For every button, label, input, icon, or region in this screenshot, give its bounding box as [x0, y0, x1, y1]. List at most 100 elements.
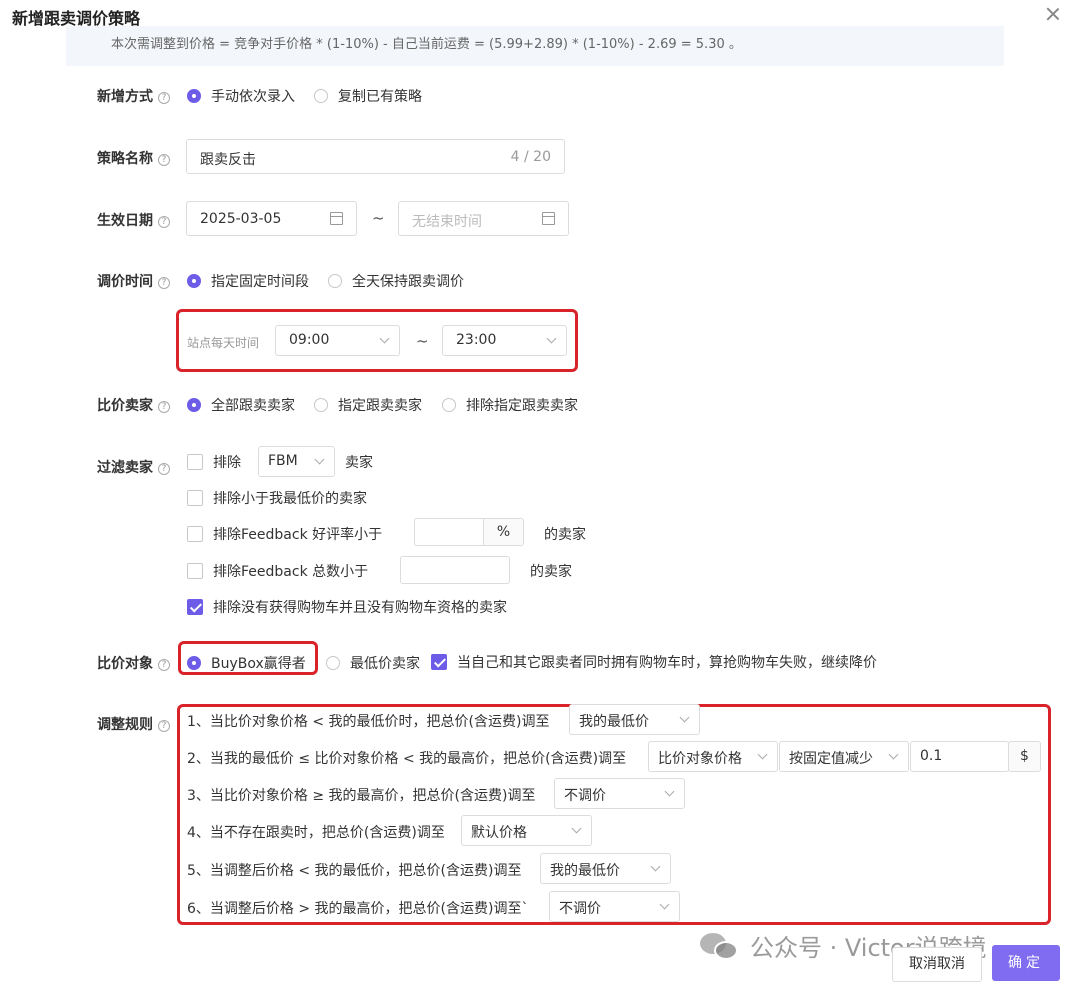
help-icon[interactable]: ?: [158, 277, 170, 289]
effective-date-label: 生效日期?: [97, 210, 170, 230]
radio-fixed-period[interactable]: 指定固定时间段: [187, 271, 309, 291]
start-time-select[interactable]: 09:00: [275, 325, 400, 356]
feedback-total-input[interactable]: [400, 556, 510, 584]
help-icon[interactable]: ?: [158, 720, 170, 732]
radio-checked-icon: [187, 398, 201, 412]
chevron-down-icon: [659, 899, 670, 910]
total-suffix: 的卖家: [530, 564, 572, 580]
radio-exclude-sellers[interactable]: 排除指定跟卖卖家: [442, 395, 578, 415]
rule-2-amount-input[interactable]: 0.1: [910, 741, 1009, 772]
strategy-name-input[interactable]: 跟卖反击 4 / 20: [186, 139, 565, 174]
checkbox-icon: [187, 526, 203, 542]
radio-buybox-winner[interactable]: BuyBox赢得者: [187, 653, 306, 673]
chevron-down-icon: [757, 749, 768, 760]
checkbox-icon: [187, 563, 203, 579]
rule-3-select[interactable]: 不调价: [554, 778, 685, 809]
help-icon[interactable]: ?: [158, 154, 170, 166]
end-time-select[interactable]: 23:00: [442, 325, 567, 356]
checkbox-exclude-no-buybox[interactable]: 排除没有获得购物车并且没有购物车资格的卖家: [187, 597, 507, 617]
close-icon[interactable]: [1043, 4, 1063, 24]
adjust-time-label: 调价时间?: [97, 271, 170, 291]
help-icon[interactable]: ?: [158, 92, 170, 104]
help-icon[interactable]: ?: [158, 659, 170, 671]
checkbox-icon: [187, 490, 203, 506]
help-icon[interactable]: ?: [158, 463, 170, 475]
radio-manual-entry[interactable]: 手动依次录入: [187, 86, 295, 106]
radio-unchecked-icon: [328, 274, 342, 288]
start-date-input[interactable]: 2025-03-05: [186, 201, 357, 236]
start-date-value: 2025-03-05: [200, 211, 282, 227]
radio-unchecked-icon: [314, 398, 328, 412]
rule-5-text: 5、当调整后价格 < 我的最低价，把总价(含运费)调至: [187, 863, 522, 879]
rule-6-text: 6、当调整后价格 > 我的最高价，把总价(含运费)调至`: [187, 901, 529, 917]
rule-2-text: 2、当我的最低价 ≤ 比价对象价格 < 我的最高价，把总价(含运费)调至: [187, 751, 627, 767]
wechat-icon: [700, 931, 742, 961]
radio-unchecked-icon: [442, 398, 456, 412]
radio-all-sellers[interactable]: 全部跟卖卖家: [187, 395, 295, 415]
start-time-value: 09:00: [289, 332, 330, 348]
radio-copy-strategy[interactable]: 复制已有策略: [314, 86, 422, 106]
checkbox-exclude-fbm[interactable]: 排除: [187, 452, 241, 472]
help-icon[interactable]: ?: [158, 216, 170, 228]
fulfillment-value: FBM: [268, 453, 298, 469]
chevron-down-icon: [664, 786, 675, 797]
checkbox-checked-icon: [187, 599, 203, 615]
radio-checked-icon: [187, 274, 201, 288]
chevron-down-icon: [888, 749, 899, 760]
end-date-input[interactable]: 无结束时间: [398, 201, 569, 236]
radio-lowest-seller[interactable]: 最低价卖家: [326, 653, 420, 673]
radio-all-day[interactable]: 全天保持跟卖调价: [328, 271, 464, 291]
calendar-icon: [542, 212, 555, 225]
checkbox-exclude-feedback-rate[interactable]: 排除Feedback 好评率小于: [187, 524, 382, 544]
rule-1-select[interactable]: 我的最低价: [569, 704, 700, 735]
chevron-down-icon: [379, 333, 390, 344]
radio-unchecked-icon: [326, 656, 340, 670]
confirm-button[interactable]: 确定: [992, 945, 1060, 981]
rule-1-text: 1、当比价对象价格 < 我的最低价时，把总价(含运费)调至: [187, 714, 550, 730]
chevron-down-icon: [314, 454, 325, 465]
rules-label: 调整规则?: [97, 714, 170, 734]
compare-seller-label: 比价卖家?: [97, 395, 170, 415]
strategy-name-value: 跟卖反击: [200, 152, 256, 168]
rule-6-select[interactable]: 不调价: [549, 891, 680, 922]
seller-suffix: 卖家: [345, 455, 373, 471]
cancel-button[interactable]: 取消取消: [892, 947, 982, 982]
checkbox-exclude-lowest[interactable]: 排除小于我最低价的卖家: [187, 488, 367, 508]
percent-addon: %: [483, 518, 524, 546]
checkbox-checked-icon: [431, 654, 447, 670]
end-time-value: 23:00: [456, 332, 497, 348]
rule-2-target-select[interactable]: 比价对象价格: [648, 741, 778, 772]
feedback-rate-input[interactable]: [414, 518, 484, 546]
radio-specified-sellers[interactable]: 指定跟卖卖家: [314, 395, 422, 415]
chevron-down-icon: [679, 712, 690, 723]
rule-3-text: 3、当比价对象价格 ≥ 我的最高价，把总价(含运费)调至: [187, 788, 536, 804]
strategy-name-label: 策略名称?: [97, 148, 170, 168]
rule-4-select[interactable]: 默认价格: [461, 815, 592, 846]
compare-target-label: 比价对象?: [97, 653, 170, 673]
checkbox-icon: [187, 454, 203, 470]
help-icon[interactable]: ?: [158, 401, 170, 413]
rate-suffix: 的卖家: [544, 527, 586, 543]
end-date-placeholder: 无结束时间: [412, 214, 482, 230]
checkbox-exclude-feedback-total[interactable]: 排除Feedback 总数小于: [187, 561, 368, 581]
hint-text: 本次需调整到价格 = 竞争对手价格 * (1-10%) - 自己当前运费 = (…: [111, 37, 742, 52]
filter-seller-label: 过滤卖家?: [97, 457, 170, 477]
add-mode-label: 新增方式?: [97, 86, 170, 106]
checkbox-continue-lowering[interactable]: 当自己和其它跟卖者同时拥有购物车时，算抢购物车失败，继续降价: [431, 652, 877, 672]
fulfillment-select[interactable]: FBM: [258, 446, 335, 477]
calendar-icon: [330, 212, 343, 225]
radio-unchecked-icon: [314, 89, 328, 103]
currency-addon: $: [1008, 741, 1041, 772]
chevron-down-icon: [546, 333, 557, 344]
time-separator: ~: [416, 332, 429, 350]
rule-2-mode-select[interactable]: 按固定值减少: [779, 741, 909, 772]
chevron-down-icon: [571, 823, 582, 834]
rule-5-select[interactable]: 我的最低价: [540, 853, 671, 884]
rule-4-text: 4、当不存在跟卖时，把总价(含运费)调至: [187, 825, 445, 841]
site-time-label: 站点每天时间: [187, 336, 260, 350]
radio-checked-icon: [187, 656, 201, 670]
hint-bar: 本次需调整到价格 = 竞争对手价格 * (1-10%) - 自己当前运费 = (…: [66, 26, 1004, 66]
radio-checked-icon: [187, 89, 201, 103]
char-counter: 4 / 20: [510, 149, 551, 165]
chevron-down-icon: [650, 861, 661, 872]
